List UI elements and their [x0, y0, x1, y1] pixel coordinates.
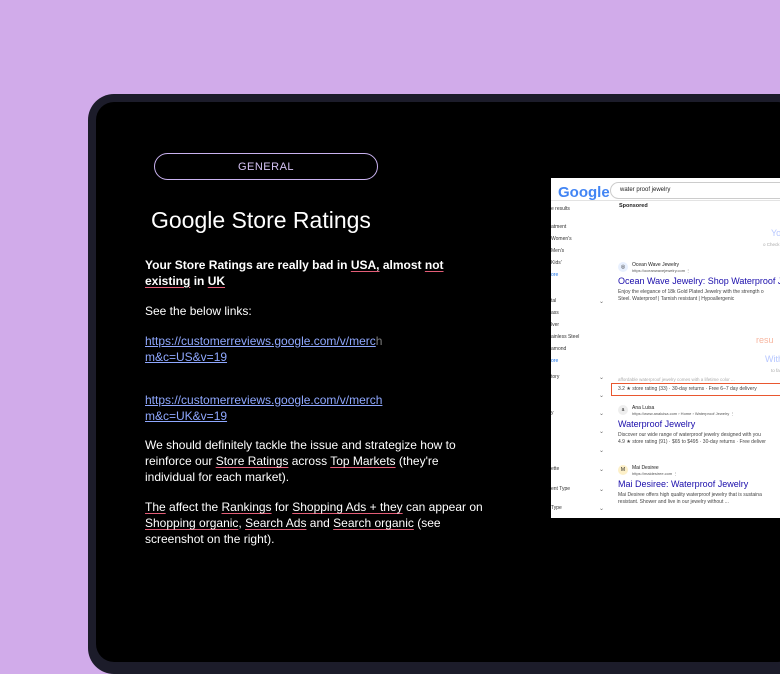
faint-text: affordable waterproof jewelry comes with… — [618, 377, 735, 382]
chevron-down-icon[interactable]: ⌄ — [599, 392, 604, 399]
sidebar-item[interactable]: tory — [551, 374, 559, 380]
ad-headline[interactable]: Mai Desiree: Waterproof Jewelry — [618, 479, 748, 489]
ad-description: Mai Desiree offers high quality waterpro… — [618, 492, 762, 505]
faint-text: You — [771, 228, 780, 238]
sidebar-item[interactable]: tal — [551, 298, 556, 304]
ad-logo: M — [618, 465, 628, 475]
slide-title: Google Store Ratings — [151, 207, 371, 233]
intro-text: Your Store Ratings are really bad in USA… — [145, 258, 444, 288]
usa-highlight: USA, — [350, 258, 380, 272]
chevron-down-icon[interactable]: ⌄ — [599, 374, 604, 381]
sidebar-item[interactable]: lver — [551, 322, 559, 328]
google-results-screenshot: Google water proof jewelry e results atm… — [551, 178, 780, 518]
category-tag: GENERAL — [154, 153, 378, 180]
sidebar-item[interactable]: Men's — [551, 248, 564, 254]
chevron-down-icon[interactable]: ⌄ — [599, 505, 604, 512]
uk-highlight: UK — [207, 274, 226, 288]
chevron-down-icon[interactable]: ⌄ — [599, 486, 604, 493]
ad-logo: a — [618, 405, 628, 415]
ad-headline[interactable]: Ocean Wave Jewelry: Shop Waterproof Je — [618, 276, 780, 286]
chevron-down-icon[interactable]: ⌄ — [599, 447, 604, 454]
ad-description: Enjoy the elegance of 18k Gold Plated Je… — [618, 289, 764, 302]
ad-url[interactable]: https://www.analuisa.com › Home › Waterp… — [632, 411, 734, 416]
sidebar-item[interactable]: ore — [551, 272, 558, 278]
google-search-input[interactable]: water proof jewelry — [610, 182, 780, 199]
sidebar-item[interactable]: ainless Steel — [551, 334, 579, 340]
chevron-down-icon[interactable]: ⌄ — [599, 298, 604, 305]
ad-url[interactable]: https://maidesiree.com ⋮ — [632, 471, 677, 476]
sidebar-item[interactable]: ette — [551, 466, 559, 472]
sidebar-item[interactable]: ent Type — [551, 486, 570, 492]
chevron-down-icon[interactable]: ⌄ — [599, 466, 604, 473]
ad-url[interactable]: https://oceanwavejewelry.com ⋮ — [632, 268, 690, 273]
ad-description: Discover our wide range of waterproof je… — [618, 432, 766, 445]
google-logo: Google — [558, 184, 610, 201]
ad-headline[interactable]: Waterproof Jewelry — [618, 419, 695, 429]
see-links-text: See the below links: — [145, 304, 252, 318]
sidebar-item[interactable]: e results — [551, 206, 570, 212]
rankings-text: The affect the Rankings for Shopping Ads… — [145, 500, 483, 546]
sidebar-item[interactable]: ore — [551, 358, 558, 364]
link-uk[interactable]: https://customerreviews.google.com/v/mer… — [145, 392, 490, 424]
sidebar-item[interactable]: Kids' — [551, 260, 562, 266]
sidebar-item[interactable]: Women's — [551, 236, 572, 242]
sidebar-item[interactable]: atment — [551, 224, 566, 230]
strategy-text: We should definitely tackle the issue an… — [145, 438, 456, 484]
faint-text: o Check — [763, 242, 780, 247]
faint-text: resu — [756, 335, 774, 345]
sidebar-item[interactable]: y — [551, 410, 554, 416]
chevron-down-icon[interactable]: ⌄ — [599, 428, 604, 435]
sidebar-item[interactable]: ass — [551, 310, 559, 316]
sidebar-item[interactable]: amond — [551, 346, 566, 352]
chevron-down-icon[interactable]: ⌄ — [599, 410, 604, 417]
link-us[interactable]: https://customerreviews.google.com/v/mer… — [145, 333, 490, 365]
sponsored-label: Sponsored — [619, 203, 648, 209]
divider — [551, 200, 780, 201]
faint-text: With — [765, 354, 780, 364]
faint-text: to fa — [771, 368, 780, 373]
store-rating-line: 3.2 ★ store rating (33) · 30-day returns… — [618, 386, 757, 392]
sidebar-item[interactable]: Type — [551, 505, 562, 511]
ad-logo: ◎ — [618, 262, 628, 272]
